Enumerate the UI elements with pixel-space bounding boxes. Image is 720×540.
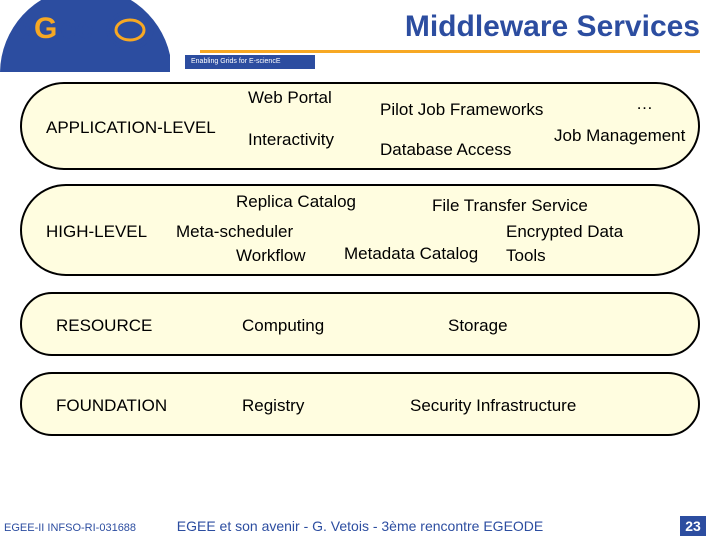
svg-text:ee: ee <box>60 12 93 45</box>
level-label-application: APPLICATION-LEVEL <box>46 118 216 138</box>
item-database-access: Database Access <box>380 140 511 160</box>
item-meta-scheduler: Meta-scheduler <box>176 222 293 242</box>
footer-center: EGEE et son avenir - G. Vetois - 3ème re… <box>0 518 720 534</box>
egee-logo: e G ee <box>0 0 170 72</box>
svg-text:G: G <box>34 12 57 45</box>
level-label-foundation: FOUNDATION <box>56 396 167 416</box>
item-file-transfer: File Transfer Service <box>432 196 588 216</box>
item-security-infrastructure: Security Infrastructure <box>410 396 576 416</box>
diagram-stage: APPLICATION-LEVEL Web Portal Pilot Job F… <box>0 72 720 492</box>
svg-text:e: e <box>14 12 31 45</box>
item-metadata-catalog: Metadata Catalog <box>344 244 478 264</box>
item-computing: Computing <box>242 316 324 336</box>
item-ellipsis: … <box>636 94 653 114</box>
item-encrypted-data: Encrypted Data <box>506 222 623 242</box>
item-storage: Storage <box>448 316 508 336</box>
level-label-high: HIGH-LEVEL <box>46 222 147 242</box>
item-interactivity: Interactivity <box>248 130 334 150</box>
page-number: 23 <box>680 516 706 536</box>
item-pilot-frameworks: Pilot Job Frameworks <box>380 100 543 120</box>
item-tools: Tools <box>506 246 546 266</box>
page-title: Middleware Services <box>200 10 700 53</box>
footer: EGEE-II INFSO-RI-031688 EGEE et son aven… <box>0 512 720 540</box>
tagline: Enabling Grids for E-sciencE <box>185 55 315 69</box>
item-replica-catalog: Replica Catalog <box>236 192 356 212</box>
item-workflow: Workflow <box>236 246 306 266</box>
item-web-portal: Web Portal <box>248 88 332 108</box>
item-job-management: Job Management <box>554 126 685 146</box>
level-label-resource: RESOURCE <box>56 316 152 336</box>
item-registry: Registry <box>242 396 304 416</box>
header: e G ee Middleware Services Enabling Grid… <box>0 0 720 72</box>
